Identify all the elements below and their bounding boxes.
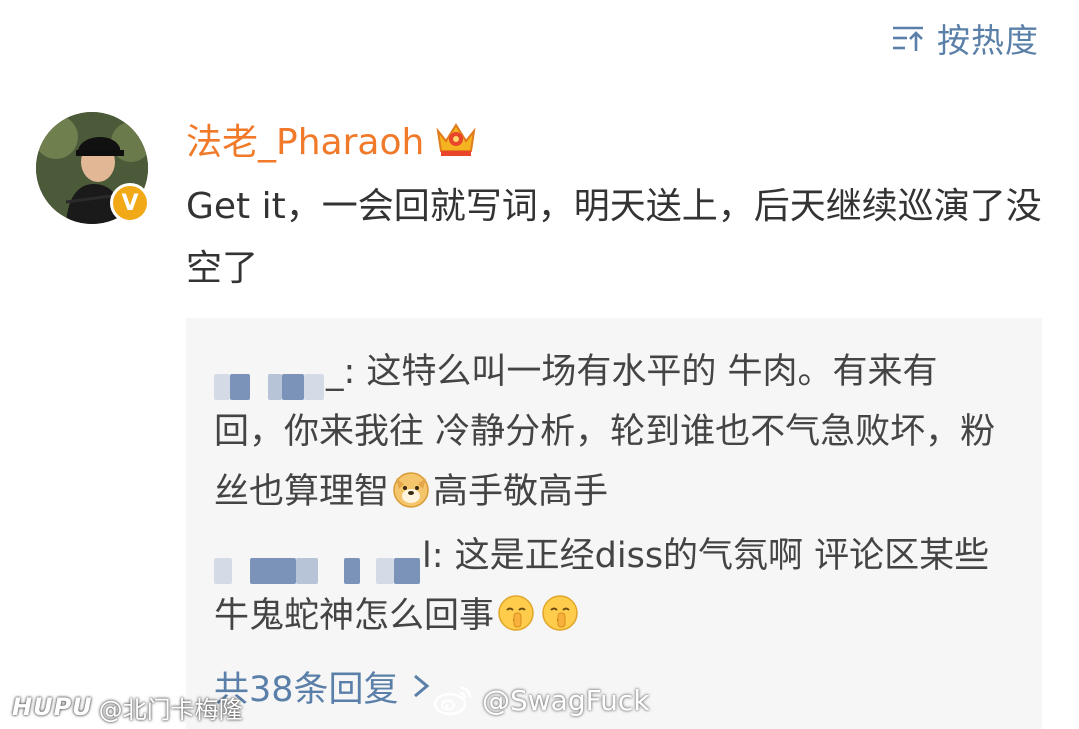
blurred-username[interactable] — [214, 535, 420, 584]
vip-v-badge: V — [110, 183, 150, 223]
comment-text: Get it，一会回就写词，明天送上，后天继续巡演了没空了 — [186, 186, 1042, 289]
shush-emoji — [540, 593, 580, 633]
reply-box: _: 这特么叫一场有水平的 牛肉。有来有回，你来我往 冷静分析，轮到谁也不气急败… — [186, 318, 1042, 729]
sort-by-hot-button[interactable]: 按热度 — [891, 14, 1039, 62]
reply-author-suffix: _ — [326, 352, 344, 392]
shush-emoji — [496, 593, 536, 633]
weibo-logo-icon — [433, 686, 472, 716]
reply-text-end: 高手敬高手 — [433, 472, 609, 512]
blurred-username[interactable] — [214, 351, 324, 400]
hupu-watermark: HUPU @北门卡梅隆 — [12, 690, 243, 724]
username[interactable]: 法老_Pharaoh — [186, 113, 424, 165]
reply-item: _: 这特么叫一场有水平的 牛肉。有来有回，你来我往 冷静分析，轮到谁也不气急败… — [214, 342, 1004, 522]
view-all-replies-link[interactable]: 共38条回复 — [214, 658, 435, 714]
doge-emoji — [391, 469, 431, 509]
reply-item: l: 这是正经diss的气氛啊 评论区某些牛鬼蛇神怎么回事 — [214, 526, 1004, 646]
sort-label: 按热度 — [937, 21, 1039, 60]
watermark-handle-right: @SwagFuck — [482, 683, 650, 717]
sort-icon — [893, 26, 923, 51]
chevron-right-icon — [413, 674, 429, 698]
crown-icon — [436, 123, 476, 156]
hupu-logo: HUPU — [12, 693, 93, 721]
watermark-handle-left: @北门卡梅隆 — [98, 695, 243, 724]
weibo-watermark: @SwagFuck — [432, 678, 650, 722]
